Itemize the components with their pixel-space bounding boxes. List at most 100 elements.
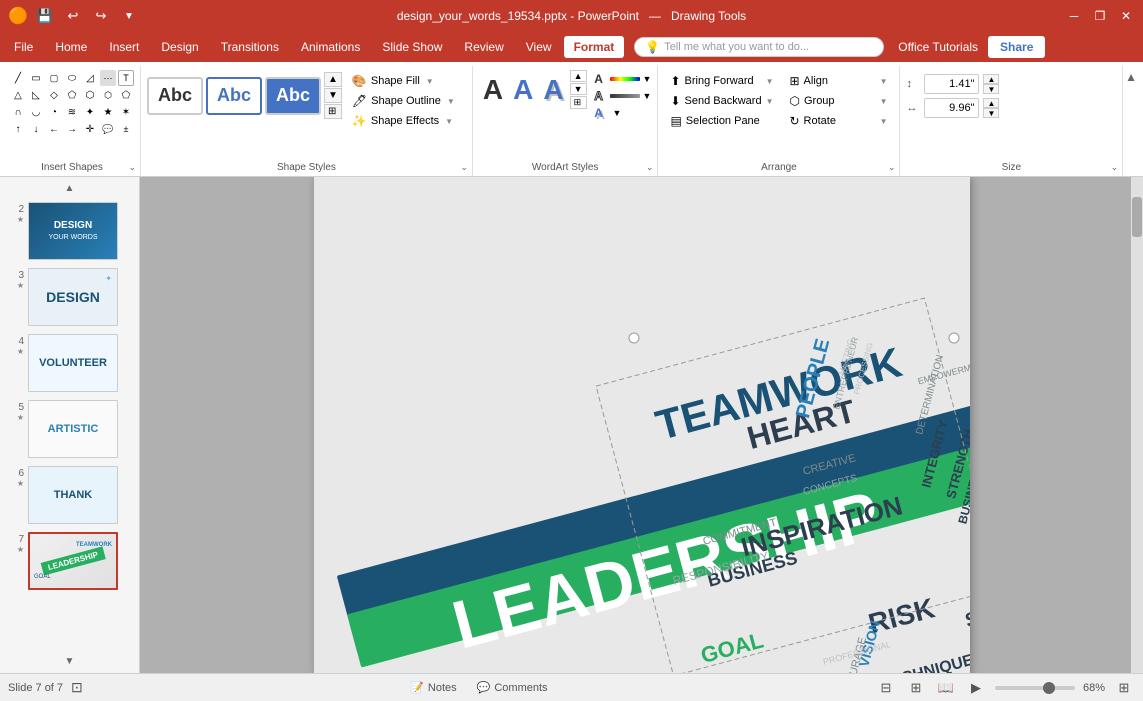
quad-arrow-icon[interactable]: ✛ (82, 121, 98, 137)
line-icon[interactable]: ╱ (10, 70, 26, 86)
text-fill-dropdown[interactable]: ▼ (643, 74, 652, 84)
wordart-a-shadow[interactable]: A (539, 76, 567, 104)
slide-thumb-3[interactable]: 3 ★ DESIGN ✦ (4, 266, 135, 328)
rotate-button[interactable]: ↻ Rotate ▼ (783, 112, 893, 130)
fit-to-window-button[interactable]: ⊞ (1113, 677, 1135, 699)
menu-home[interactable]: Home (45, 36, 97, 58)
align-button[interactable]: ⊞ Align ▼ (783, 72, 893, 90)
wordart-scroll-up[interactable]: ▲ (570, 70, 587, 82)
callout-icon[interactable]: 💬 (100, 121, 116, 137)
zoom-thumb[interactable] (1043, 682, 1055, 694)
slide-thumb-4[interactable]: 4 ★ VOLUNTEER (4, 332, 135, 394)
text-outline-dropdown[interactable]: ▼ (643, 91, 652, 101)
panel-scroll-up-btn[interactable]: ▲ (65, 183, 75, 194)
menu-animations[interactable]: Animations (291, 36, 370, 58)
rounded-rect-icon[interactable]: ▢ (46, 70, 62, 86)
slide-thumb-6[interactable]: 6 ★ THANK (4, 464, 135, 526)
menu-file[interactable]: File (4, 36, 43, 58)
equation-icon[interactable]: ± (118, 121, 134, 137)
arc-icon[interactable]: ∩ (10, 104, 26, 120)
star6-icon[interactable]: ✶ (118, 104, 134, 120)
more-shapes-icon[interactable]: ⋯ (100, 70, 116, 86)
notes-button[interactable]: 📝 Notes (404, 679, 462, 696)
save-button[interactable]: 💾 (34, 5, 56, 27)
menu-design[interactable]: Design (151, 36, 208, 58)
down-arrow-icon[interactable]: ↓ (28, 121, 44, 137)
insert-shapes-expand[interactable]: ⌄ (128, 162, 136, 173)
freeform-icon[interactable]: ≋ (64, 104, 80, 120)
style-sample-3[interactable]: Abc (265, 77, 321, 115)
restore-button[interactable]: ❐ (1091, 7, 1109, 25)
right-angle-icon[interactable]: ◿ (82, 70, 98, 86)
menu-view[interactable]: View (516, 36, 562, 58)
normal-view-button[interactable]: ⊟ (875, 677, 897, 699)
hexagon-icon[interactable]: ⬡ (82, 87, 98, 103)
customize-qa-button[interactable]: ▼ (118, 5, 140, 27)
undo-button[interactable]: ↩ (62, 5, 84, 27)
shape-fill-button[interactable]: 🎨 Shape Fill ▼ (346, 72, 466, 90)
pentagon-icon[interactable]: ⬠ (64, 87, 80, 103)
text-box-icon[interactable]: T (118, 70, 134, 86)
styles-scroll-down[interactable]: ▼ (324, 88, 342, 103)
bring-forward-button[interactable]: ⬆ Bring Forward ▼ (664, 72, 779, 90)
right-arrow-icon[interactable]: → (64, 121, 80, 137)
ribbon-collapse-button[interactable]: ▲ (1125, 70, 1137, 84)
shape-outline-button[interactable]: 🖊 Shape Outline ▼ (346, 92, 466, 110)
left-arrow-icon[interactable]: ← (46, 121, 62, 137)
group-button[interactable]: ⬡ Group ▼ (783, 92, 893, 110)
menu-slide-show[interactable]: Slide Show (372, 36, 452, 58)
height-input[interactable] (924, 74, 979, 94)
zoom-slider[interactable] (995, 686, 1075, 690)
triangle-icon[interactable]: △ (10, 87, 26, 103)
wordart-a-blue[interactable]: A (509, 76, 537, 104)
width-up[interactable]: ▲ (983, 98, 999, 108)
close-button[interactable]: ✕ (1117, 7, 1135, 25)
scroll-thumb-vertical[interactable] (1132, 197, 1142, 237)
size-expand[interactable]: ⌄ (1111, 162, 1119, 173)
reading-view-button[interactable]: 📖 (935, 677, 957, 699)
arrange-expand[interactable]: ⌄ (888, 162, 896, 173)
menu-format[interactable]: Format (564, 36, 625, 58)
slide-thumb-5[interactable]: 5 ★ ARTISTIC (4, 398, 135, 460)
slideshow-button[interactable]: ▶ (965, 677, 987, 699)
shape-styles-expand[interactable]: ⌄ (460, 162, 468, 173)
oval-icon[interactable]: ⬭ (64, 70, 80, 86)
wordart-a-plain[interactable]: A (479, 76, 507, 104)
menu-review[interactable]: Review (454, 36, 513, 58)
style-sample-2[interactable]: Abc (206, 77, 262, 115)
width-down[interactable]: ▼ (983, 108, 999, 118)
diamond-icon[interactable]: ◇ (46, 87, 62, 103)
panel-scroll-down-btn[interactable]: ▼ (65, 656, 75, 667)
heptagon-icon[interactable]: ⬡ (100, 87, 116, 103)
vertical-scrollbar[interactable] (1131, 177, 1143, 673)
up-arrow-icon[interactable]: ↑ (10, 121, 26, 137)
rect-icon[interactable]: ▭ (28, 70, 44, 86)
star5-icon[interactable]: ★ (100, 104, 116, 120)
slide-sorter-button[interactable]: ⊞ (905, 677, 927, 699)
slide-thumb-2[interactable]: 2 ★ DESIGNYOUR WORDS (4, 200, 135, 262)
share-button[interactable]: Share (988, 36, 1045, 58)
rt-triangle-icon[interactable]: ◺ (28, 87, 44, 103)
text-effects-dropdown[interactable]: ▼ (613, 108, 622, 118)
redo-button[interactable]: ↪ (90, 5, 112, 27)
menu-insert[interactable]: Insert (99, 36, 149, 58)
menu-transitions[interactable]: Transitions (211, 36, 289, 58)
pie-icon[interactable]: ◔ (46, 104, 62, 120)
office-tutorials-label[interactable]: Office Tutorials (898, 40, 978, 54)
selection-pane-button[interactable]: ▤ Selection Pane (664, 112, 779, 130)
wordart-more[interactable]: ⊞ (570, 96, 587, 109)
styles-scroll-up[interactable]: ▲ (324, 72, 342, 87)
styles-more[interactable]: ⊞ (324, 104, 342, 119)
style-sample-1[interactable]: Abc (147, 77, 203, 115)
comments-button[interactable]: 💬 Comments (471, 679, 554, 696)
wordart-styles-expand[interactable]: ⌄ (646, 162, 654, 173)
star4-icon[interactable]: ✦ (82, 104, 98, 120)
height-up[interactable]: ▲ (983, 74, 999, 84)
send-backward-button[interactable]: ⬇ Send Backward ▼ (664, 92, 779, 110)
wordart-scroll-down[interactable]: ▼ (570, 83, 587, 95)
minimize-button[interactable]: ─ (1065, 7, 1083, 25)
octagon-icon[interactable]: ⬠ (118, 87, 134, 103)
chord-icon[interactable]: ◡ (28, 104, 44, 120)
height-down[interactable]: ▼ (983, 84, 999, 94)
tell-me-bar[interactable]: 💡 Tell me what you want to do... (634, 37, 884, 57)
